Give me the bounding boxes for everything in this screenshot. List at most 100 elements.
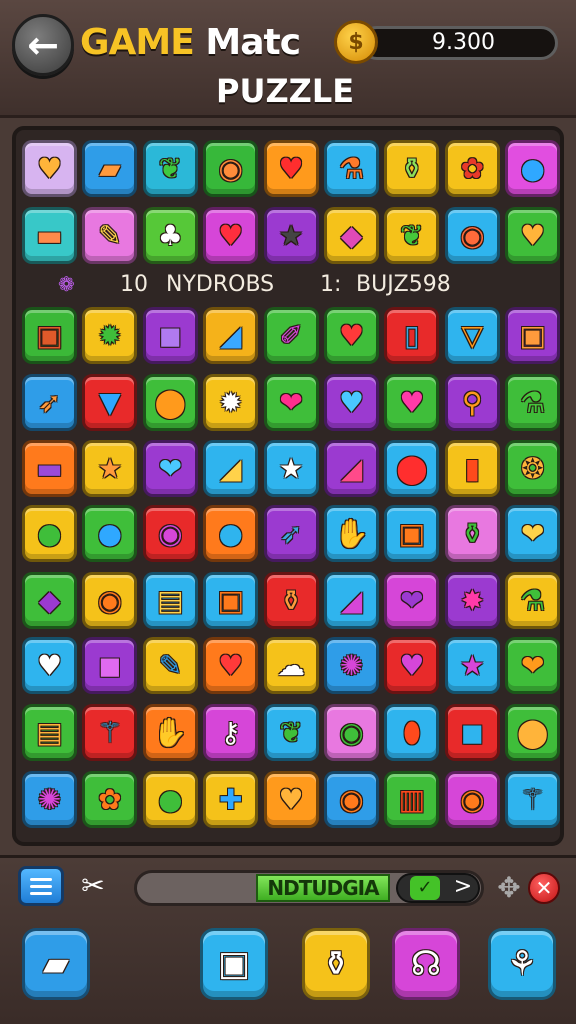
board-tile[interactable]: ◼	[444, 704, 500, 761]
board-tile[interactable]: ◉	[444, 207, 500, 264]
board-tile[interactable]: ▯	[384, 307, 440, 364]
board-tile[interactable]: ●	[505, 140, 561, 197]
close-button[interactable]: ✕	[528, 872, 560, 904]
board-tile[interactable]: ♥	[384, 637, 440, 694]
board-tile[interactable]: ❤	[384, 572, 440, 629]
tool-button[interactable]: ▣	[200, 928, 268, 1000]
board-tile[interactable]: ◢	[324, 572, 379, 629]
board-tile[interactable]: ★	[82, 440, 138, 497]
check-icon[interactable]: ✓	[410, 876, 440, 900]
board-tile[interactable]: ❂	[505, 440, 561, 497]
board-tile[interactable]: ◢	[203, 307, 259, 364]
back-button[interactable]: ←	[12, 14, 74, 76]
board-tile[interactable]: ▰	[82, 140, 138, 197]
board-tile[interactable]: ▤	[22, 704, 77, 761]
board-tile[interactable]: ➶	[22, 374, 77, 431]
board-tile[interactable]: ⚚	[82, 704, 138, 761]
board-tile[interactable]: ✹	[82, 307, 138, 364]
board-tile[interactable]: ⬮	[384, 704, 440, 761]
board-tile[interactable]: ♥	[22, 140, 77, 197]
board-tile[interactable]: ▥	[384, 771, 440, 828]
board-tile[interactable]: ▬	[22, 440, 77, 497]
board-tile[interactable]: ⚷	[203, 704, 259, 761]
board-tile[interactable]: ✚	[203, 771, 259, 828]
board-tile[interactable]: ➶	[263, 505, 319, 562]
board-tile[interactable]: ✋	[142, 704, 198, 761]
board-tile[interactable]: ♥	[384, 374, 440, 431]
board-tile[interactable]: ★	[444, 637, 500, 694]
board-tile[interactable]: ▤	[142, 572, 198, 629]
board-tile[interactable]: ✺	[22, 771, 77, 828]
board-tile[interactable]: ✸	[444, 572, 500, 629]
board-tile[interactable]: ▣	[203, 572, 259, 629]
board-tile[interactable]: ◆	[22, 572, 77, 629]
board-tile[interactable]: ◼	[82, 637, 138, 694]
board-tile[interactable]: ⚱	[444, 505, 500, 562]
board-tile[interactable]: ⚗	[324, 140, 379, 197]
board-tile[interactable]: ⚲	[444, 374, 500, 431]
board-tile[interactable]: ▣	[505, 307, 561, 364]
board-tile[interactable]: ◢	[203, 440, 259, 497]
board-tile[interactable]: ♥	[22, 637, 77, 694]
board-tile[interactable]: ◉	[444, 771, 500, 828]
board-tile[interactable]: ✋	[324, 505, 379, 562]
board-tile[interactable]: ◉	[324, 771, 379, 828]
board-tile[interactable]: ⚚	[505, 771, 561, 828]
board-tile[interactable]: ◼	[142, 307, 198, 364]
board-tile[interactable]: ✿	[82, 771, 138, 828]
board-tile[interactable]: ▼	[82, 374, 138, 431]
board-tile[interactable]: ♣	[142, 207, 198, 264]
board-tile[interactable]: ▣	[384, 505, 440, 562]
tool-button[interactable]: ⚘	[488, 928, 556, 1000]
board-tile[interactable]: ☁	[263, 637, 319, 694]
board-tile[interactable]: ◉	[82, 572, 138, 629]
board-tile[interactable]: ▬	[22, 207, 77, 264]
board-tile[interactable]: ✎	[142, 637, 198, 694]
next-arrow-icon[interactable]: >	[452, 874, 474, 900]
board-tile[interactable]: ❦	[263, 704, 319, 761]
board-tile[interactable]: ♥	[263, 140, 319, 197]
board-tile[interactable]: ◉	[203, 140, 259, 197]
board-tile[interactable]: ◢	[324, 440, 379, 497]
board-tile[interactable]: ♥	[324, 374, 379, 431]
board-tile[interactable]: ⚗	[505, 374, 561, 431]
board-tile[interactable]: ⬤	[505, 704, 561, 761]
board-tile[interactable]: ▣	[22, 307, 77, 364]
board-tile[interactable]: ▽	[444, 307, 500, 364]
board-tile[interactable]: ♥	[505, 207, 561, 264]
board-tile[interactable]: ◆	[324, 207, 379, 264]
board-tile[interactable]: ●	[203, 505, 259, 562]
board-tile[interactable]: ★	[263, 207, 319, 264]
board-tile[interactable]: ✺	[324, 637, 379, 694]
board-tile[interactable]: ✿	[444, 140, 500, 197]
board-tile[interactable]: ✹	[203, 374, 259, 431]
board-tile[interactable]: ⚱	[263, 572, 319, 629]
tool-button[interactable]: ⚱	[302, 928, 370, 1000]
board-tile[interactable]: ●	[22, 505, 77, 562]
menu-button[interactable]	[18, 866, 64, 906]
board-tile[interactable]: ♥	[203, 207, 259, 264]
board-tile[interactable]: ❤	[505, 637, 561, 694]
tools-icon[interactable]: ✂	[76, 868, 110, 904]
board-tile[interactable]: ❤	[142, 440, 198, 497]
board-tile[interactable]: ✎	[82, 207, 138, 264]
board-tile[interactable]: ♥	[263, 771, 319, 828]
board-tile[interactable]: ●	[142, 771, 198, 828]
board-tile[interactable]: ♥	[203, 637, 259, 694]
board-tile[interactable]: ●	[82, 505, 138, 562]
board-tile[interactable]: ▮	[444, 440, 500, 497]
board-tile[interactable]: ❤	[505, 505, 561, 562]
board-tile[interactable]: ❦	[384, 207, 440, 264]
board-tile[interactable]: ⬤	[142, 374, 198, 431]
tool-button[interactable]: ▰	[22, 928, 90, 1000]
board-tile[interactable]: ◉	[142, 505, 198, 562]
move-icon[interactable]: ✥	[494, 872, 524, 904]
board-tile[interactable]: ❦	[142, 140, 198, 197]
board-tile[interactable]: ◉	[324, 704, 379, 761]
board-tile[interactable]: ❤	[263, 374, 319, 431]
board-tile[interactable]: ✐	[263, 307, 319, 364]
board-tile[interactable]: ♥	[324, 307, 379, 364]
board-tile[interactable]: ★	[263, 440, 319, 497]
board-tile[interactable]: ⚗	[505, 572, 561, 629]
board-tile[interactable]: ⬤	[384, 440, 440, 497]
